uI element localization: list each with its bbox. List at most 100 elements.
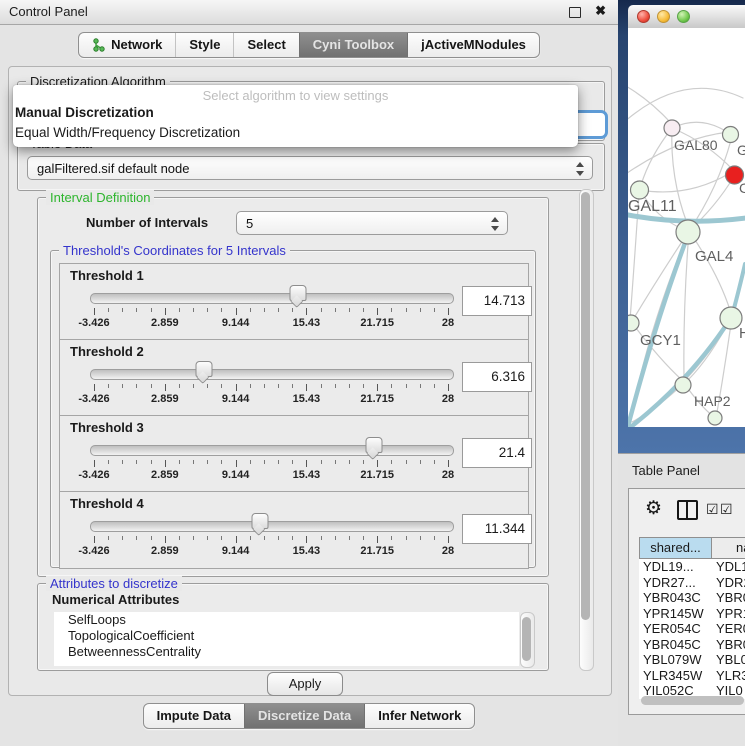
- threshold-value-field[interactable]: 21.4: [462, 438, 532, 468]
- tab-style[interactable]: Style: [175, 33, 233, 57]
- network-node[interactable]: [676, 220, 700, 244]
- attributes-scrollbar-thumb[interactable]: [522, 617, 531, 661]
- threshold-row: Threshold 1-3.4262.8599.14415.4321.71528…: [59, 263, 529, 341]
- slider-thumb[interactable]: [290, 285, 307, 301]
- gear-icon[interactable]: ⚙: [645, 497, 662, 520]
- tick-mark: [122, 308, 123, 312]
- tick-mark: [377, 536, 378, 543]
- popup-option-equal-width[interactable]: Equal Width/Frequency Discretization: [15, 125, 240, 140]
- network-node[interactable]: [723, 127, 739, 143]
- table-hscrollbar-thumb[interactable]: [641, 696, 744, 705]
- network-edge[interactable]: [689, 231, 730, 310]
- table-row[interactable]: YLR345WYLR3: [639, 668, 745, 684]
- columns-icon[interactable]: [677, 500, 698, 520]
- node-label: C: [739, 180, 745, 196]
- network-edge[interactable]: [628, 88, 743, 123]
- threshold-value-field[interactable]: 14.713: [462, 286, 532, 316]
- column-header-shared-name[interactable]: shared...: [639, 537, 712, 559]
- threshold-value-field[interactable]: 11.344: [462, 514, 532, 544]
- slider-thumb[interactable]: [365, 437, 382, 453]
- tick-mark: [236, 460, 237, 467]
- slider: -3.4262.8599.14415.4321.71528: [94, 340, 448, 416]
- network-node[interactable]: [631, 181, 649, 199]
- tab-impute-data[interactable]: Impute Data: [144, 704, 244, 728]
- network-canvas[interactable]: GAL80GACGAL11GAL4GCY1HHAP2: [628, 28, 745, 427]
- checkbox-icon[interactable]: ☑: [706, 502, 719, 516]
- tab-discretize-data[interactable]: Discretize Data: [244, 704, 364, 728]
- column-header-name[interactable]: na: [712, 537, 745, 559]
- table-row[interactable]: YDL19...YDL1: [639, 559, 745, 575]
- interval-definition-group: Interval Definition Number of Intervals …: [37, 197, 549, 577]
- network-node[interactable]: [664, 120, 680, 136]
- tick-mark: [108, 460, 109, 464]
- tick-mark: [306, 384, 307, 391]
- close-traffic-light-icon[interactable]: [637, 10, 650, 23]
- table-row[interactable]: YBR043CYBR0: [639, 590, 745, 606]
- tick-mark: [349, 384, 350, 388]
- close-icon[interactable]: ✖: [595, 3, 606, 19]
- slider-thumb[interactable]: [252, 513, 269, 529]
- threshold-value-field[interactable]: 6.316: [462, 362, 532, 392]
- tick-mark: [264, 384, 265, 388]
- slider-thumb[interactable]: [195, 361, 212, 377]
- tick-mark: [264, 308, 265, 312]
- tick-mark: [179, 460, 180, 464]
- tick-mark: [420, 384, 421, 388]
- num-intervals-combobox[interactable]: 5: [236, 211, 508, 235]
- tab-label: Discretize Data: [258, 704, 351, 728]
- tick-mark: [420, 460, 421, 464]
- network-window-titlebar[interactable]: [628, 5, 745, 29]
- attributes-scrollbar[interactable]: [520, 612, 535, 668]
- top-tab-bar: NetworkStyleSelectCyni ToolboxjActiveMNo…: [0, 32, 618, 58]
- network-edge[interactable]: [641, 128, 672, 185]
- table-data-combobox[interactable]: galFiltered.sif default node: [27, 156, 593, 180]
- tick-mark: [165, 384, 166, 391]
- apply-button[interactable]: Apply: [267, 672, 343, 696]
- tick-mark: [165, 536, 166, 543]
- thresholds-group-title: Threshold's Coordinates for 5 Intervals: [59, 243, 290, 258]
- network-edge[interactable]: [689, 140, 731, 231]
- zoom-traffic-light-icon[interactable]: [677, 10, 690, 23]
- tick-mark: [94, 384, 95, 391]
- panel-scrollbar-thumb[interactable]: [581, 192, 590, 620]
- network-graph: GAL80GACGAL11GAL4GCY1HHAP2: [628, 28, 745, 427]
- minimize-traffic-light-icon[interactable]: [657, 10, 670, 23]
- table-row[interactable]: YBR045CYBR0: [639, 637, 745, 653]
- tick-mark: [136, 460, 137, 464]
- combo-arrows-icon: [575, 161, 584, 177]
- tick-mark: [391, 460, 392, 464]
- checkbox-icon[interactable]: ☑: [720, 502, 733, 516]
- attributes-list[interactable]: SelfLoopsTopologicalCoefficientBetweenne…: [54, 612, 519, 666]
- table-row[interactable]: YDR27...YDR2: [639, 575, 745, 591]
- table-hscrollbar[interactable]: [641, 696, 744, 705]
- popup-option-manual[interactable]: Manual Discretization: [15, 105, 154, 120]
- node-label: GAL80: [674, 137, 718, 153]
- table-row[interactable]: YBL079WYBL0: [639, 652, 745, 668]
- control-panel: Control Panel ✖ NetworkStyleSelectCyni T…: [0, 0, 618, 745]
- tick-mark: [151, 460, 152, 464]
- network-edge[interactable]: [628, 235, 688, 426]
- attribute-item[interactable]: SelfLoops: [54, 612, 519, 628]
- tab-jactivemnodules[interactable]: jActiveMNodules: [407, 33, 539, 57]
- tick-mark: [377, 460, 378, 467]
- tick-label: 2.859: [151, 317, 179, 329]
- node-label: HAP2: [694, 393, 731, 409]
- network-edge[interactable]: [684, 231, 689, 377]
- float-window-icon[interactable]: [569, 7, 581, 18]
- network-node[interactable]: [628, 315, 639, 331]
- panel-scrollbar[interactable]: [579, 189, 594, 671]
- attribute-item[interactable]: BetweennessCentrality: [54, 644, 519, 660]
- tick-label: -3.426: [78, 469, 109, 481]
- num-intervals-label: Number of Intervals: [86, 215, 208, 230]
- table-row[interactable]: YPR145WYPR1: [639, 606, 745, 622]
- tab-infer-network[interactable]: Infer Network: [364, 704, 474, 728]
- tick-mark: [434, 384, 435, 388]
- tick-mark: [420, 308, 421, 312]
- network-node[interactable]: [675, 377, 691, 393]
- network-node[interactable]: [708, 411, 722, 425]
- tab-select[interactable]: Select: [233, 33, 298, 57]
- tab-network[interactable]: Network: [79, 33, 175, 57]
- tab-cyni-toolbox[interactable]: Cyni Toolbox: [299, 33, 407, 57]
- table-row[interactable]: YER054CYER0: [639, 621, 745, 637]
- attribute-item[interactable]: TopologicalCoefficient: [54, 628, 519, 644]
